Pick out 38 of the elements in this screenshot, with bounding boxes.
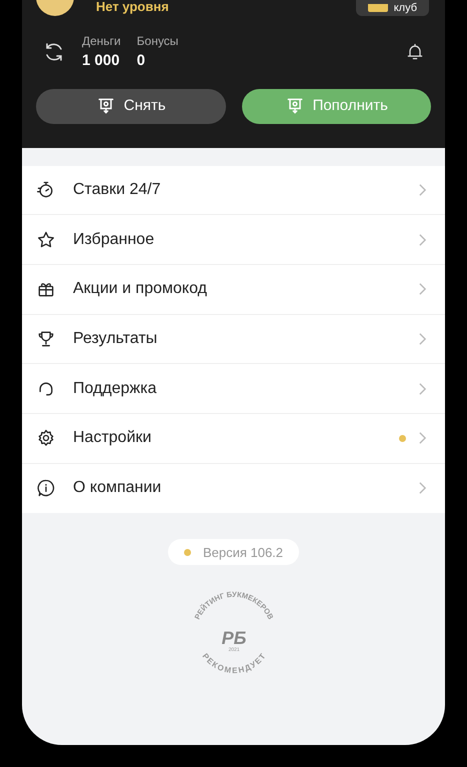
menu-item[interactable]: Ставки 24/7 [22, 166, 445, 216]
chevron-icon [418, 232, 427, 247]
level-label: Нет уровня [96, 0, 169, 14]
menu-label: О компании [73, 478, 162, 498]
chevron-icon [418, 332, 427, 346]
info-icon [36, 478, 56, 498]
menu-item[interactable]: Настройки [22, 414, 445, 464]
menu-label: Поддержка [73, 378, 156, 399]
bonus-value: 0 [136, 51, 146, 71]
menu-label: Результаты [73, 328, 158, 349]
version-label: Версия 106.2 [202, 544, 284, 562]
menu-item[interactable]: Акции и промокод [22, 264, 445, 315]
menu-item[interactable]: О компании [22, 464, 445, 514]
menu-item[interactable]: Результаты [22, 314, 445, 364]
bell-icon[interactable] [405, 42, 425, 62]
menu-label: Акции и промокод [73, 279, 207, 300]
trophy-icon [36, 328, 56, 349]
money-value: 1 000 [82, 51, 121, 71]
menu-item[interactable]: Поддержка [22, 364, 445, 414]
card-icon [368, 4, 388, 12]
menu-label: Ставки 24/7 [73, 180, 161, 200]
menu-label: Настройки [73, 428, 152, 448]
star-icon [36, 230, 56, 250]
cash-machine-icon [96, 96, 116, 116]
chevron-icon [418, 481, 427, 496]
chevron-icon [418, 382, 427, 396]
chevron-icon [418, 182, 427, 197]
gear-icon [36, 428, 56, 448]
menu-item[interactable]: Избранное [22, 215, 445, 265]
withdraw-button[interactable]: Снять [36, 88, 226, 124]
chevron-icon [418, 431, 427, 446]
club-button[interactable]: клуб [356, 0, 429, 16]
bonus-label: Бонусы [136, 33, 178, 50]
stamp-logo: РБ [221, 628, 246, 648]
menu-label: Избранное [73, 230, 154, 250]
chevron-icon [418, 282, 427, 296]
money-label: Деньги [82, 33, 121, 50]
cash-machine-icon [284, 96, 305, 116]
